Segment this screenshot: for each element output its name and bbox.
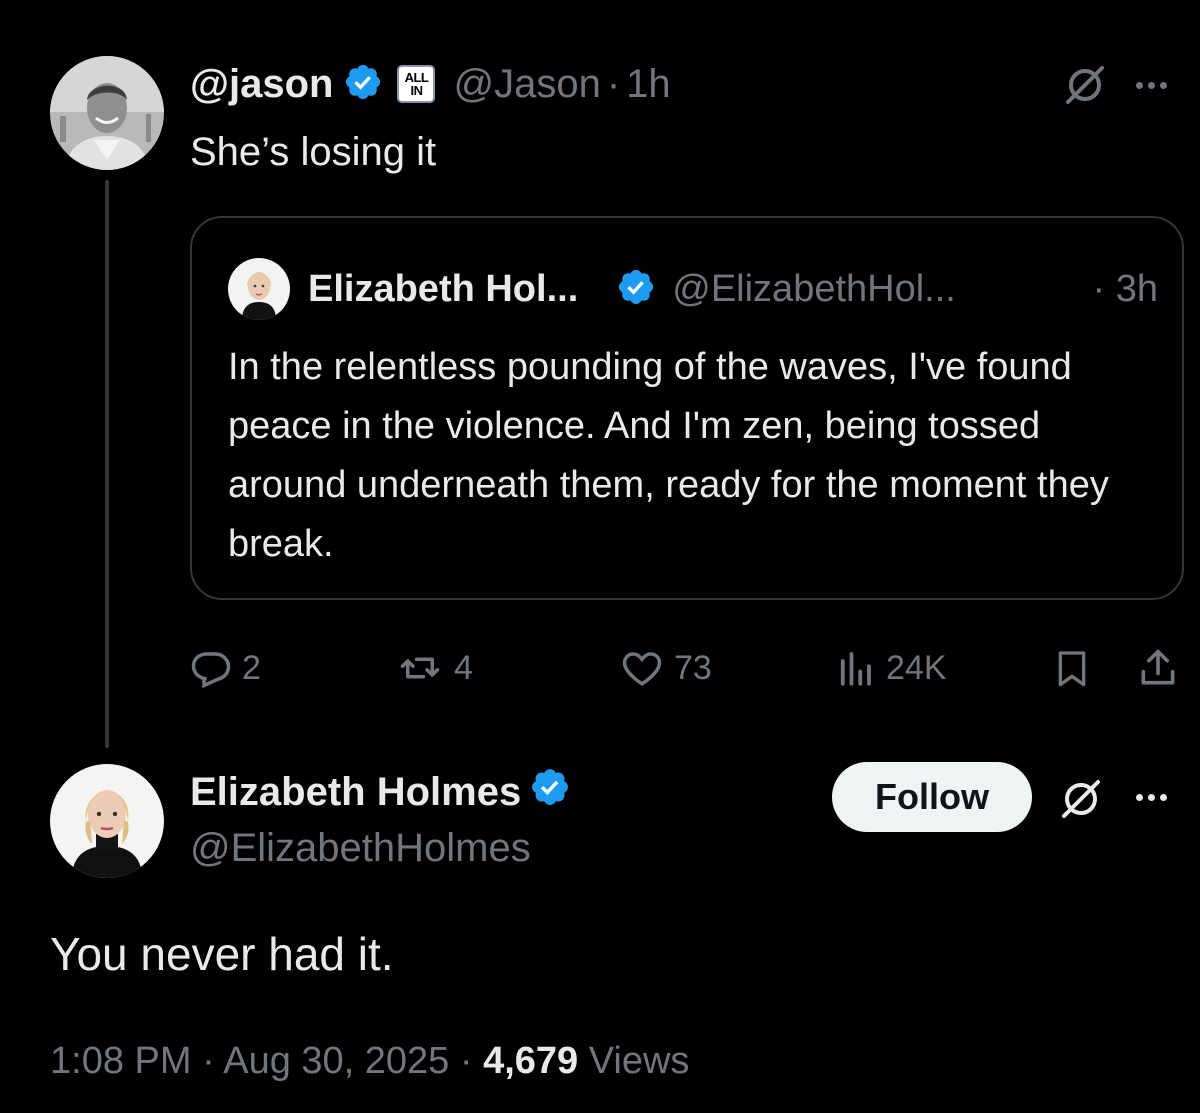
separator-dot: · (202, 1040, 215, 1082)
views-label: Views (588, 1040, 690, 1082)
verified-icon[interactable] (529, 766, 571, 818)
avatar-jason[interactable] (50, 56, 164, 170)
repost-count: 4 (454, 648, 473, 687)
views-bar-chart-icon (840, 652, 871, 686)
tweet-time[interactable]: 1:08 PM (50, 1040, 192, 1082)
parent-tweet-text: She’s losing it (190, 130, 437, 174)
affiliation-badge-line-2: IN (410, 83, 423, 98)
repost-button[interactable]: 4 (396, 638, 473, 698)
heart-icon (622, 652, 662, 686)
main-tweet-text: You never had it. (50, 928, 394, 980)
tweet-metadata: 1:08 PM · Aug 30, 2025 · 4,679 Views (50, 1040, 689, 1083)
reply-button[interactable]: 2 (190, 638, 261, 698)
like-button[interactable]: 73 (620, 638, 712, 698)
quoted-author-name[interactable]: Elizabeth Hol... (308, 268, 578, 311)
verified-icon[interactable] (616, 267, 656, 312)
quoted-tweet-time[interactable]: · 3h (1093, 268, 1158, 311)
like-count: 73 (674, 648, 712, 687)
bookmark-icon (1058, 651, 1086, 687)
quoted-tweet-header: Elizabeth Hol... @ElizabethHol... · 3h (228, 258, 1158, 320)
avatar-elizabeth-small-image (228, 258, 290, 320)
main-author-row: Elizabeth Holmes (190, 764, 571, 820)
avatar-elizabeth-small[interactable] (228, 258, 290, 320)
share-button[interactable] (1136, 638, 1180, 698)
repost-icon (400, 657, 440, 679)
grok-icon[interactable] (1058, 776, 1104, 827)
more-options-icon[interactable] (1136, 794, 1167, 801)
author-handle[interactable]: @Jason (453, 62, 600, 107)
more-options-icon[interactable] (1136, 82, 1167, 89)
separator-dot: · (606, 61, 621, 106)
quoted-author-handle[interactable]: @ElizabethHol... (672, 268, 956, 311)
bookmark-button[interactable] (1052, 638, 1092, 698)
verified-icon[interactable] (343, 62, 383, 107)
avatar-elizabeth-holmes-image (50, 764, 164, 878)
grok-icon[interactable] (1062, 62, 1108, 113)
parent-tweet-header: @jason ALL IN @Jason · 1h (190, 56, 671, 112)
main-author-handle[interactable]: @ElizabethHolmes (190, 822, 531, 874)
thread-connector-line (105, 180, 109, 748)
affiliation-badge-icon[interactable]: ALL IN (397, 65, 436, 103)
views-count: 4,679 (483, 1040, 579, 1082)
reply-count: 2 (242, 648, 261, 687)
views-count: 24K (886, 648, 947, 687)
main-author-name[interactable]: Elizabeth Holmes (190, 770, 521, 815)
tweet-time[interactable]: 1h (626, 62, 671, 107)
avatar-elizabeth-holmes[interactable] (50, 764, 164, 878)
author-name[interactable]: @jason (190, 62, 333, 107)
tweet-date[interactable]: Aug 30, 2025 (223, 1040, 449, 1082)
share-icon (1141, 649, 1175, 685)
follow-button[interactable]: Follow (832, 762, 1032, 832)
separator-dot: · (459, 1040, 473, 1082)
views-button[interactable]: 24K (834, 638, 947, 698)
avatar-jason-image (50, 56, 164, 170)
tweet-action-bar: 2 4 73 24K (190, 638, 1184, 698)
quoted-tweet-text: In the relentless pounding of the waves,… (228, 346, 1109, 565)
reply-icon (191, 652, 231, 689)
quoted-tweet-card[interactable]: Elizabeth Hol... @ElizabethHol... · 3h I… (190, 216, 1184, 600)
